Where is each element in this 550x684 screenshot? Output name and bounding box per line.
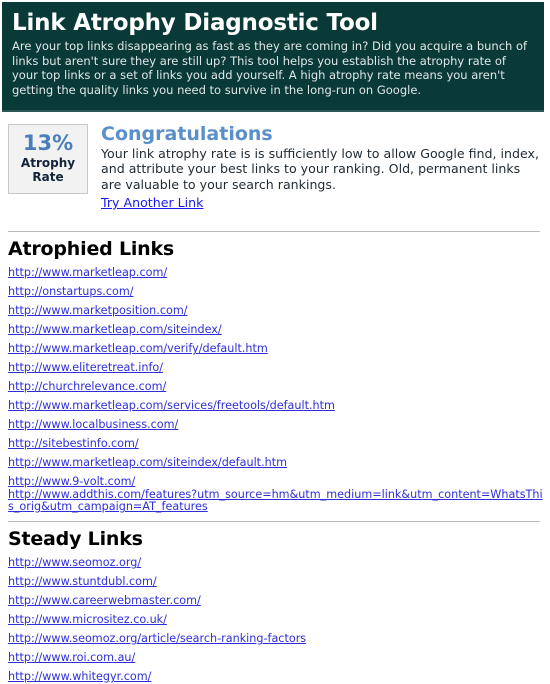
atrophy-rate-label: Atrophy Rate bbox=[20, 156, 76, 184]
link-url[interactable]: http://www.micrositez.co.uk/ bbox=[8, 614, 167, 626]
page-description: Are your top links disappearing as fast … bbox=[12, 39, 528, 97]
list-item: http://www.marketleap.com/verify/default… bbox=[8, 337, 544, 356]
link-url[interactable]: http://www.marketleap.com/siteindex/defa… bbox=[8, 457, 287, 469]
list-item: http://churchrelevance.com/ bbox=[8, 375, 544, 394]
divider-atrophied bbox=[8, 231, 540, 233]
atrophy-rate-box: 13% Atrophy Rate bbox=[8, 124, 88, 194]
link-url[interactable]: http://www.localbusiness.com/ bbox=[8, 419, 178, 431]
link-url[interactable]: http://www.eliteretreat.info/ bbox=[8, 362, 163, 374]
list-item: http://www.marketleap.com/siteindex/defa… bbox=[8, 451, 544, 470]
link-url[interactable]: http://www.marketleap.com/ bbox=[8, 267, 167, 279]
list-item: http://www.careerwebmaster.com/ bbox=[8, 589, 544, 608]
list-item: http://www.localbusiness.com/ bbox=[8, 413, 544, 432]
list-item: http://onstartups.com/ bbox=[8, 280, 544, 299]
link-url[interactable]: http://www.marketleap.com/verify/default… bbox=[8, 343, 268, 355]
atrophied-links-section: Atrophied Links http://www.marketleap.co… bbox=[0, 238, 550, 513]
link-url[interactable]: http://www.roi.com.au/ bbox=[8, 652, 135, 664]
list-item: http://www.marketleap.com/services/freet… bbox=[8, 394, 544, 413]
divider-steady bbox=[8, 521, 540, 523]
page-title: Link Atrophy Diagnostic Tool bbox=[12, 10, 378, 36]
list-item: http://www.seomoz.org/article/search-ran… bbox=[8, 627, 544, 646]
result-message: Congratulations Your link atrophy rate i… bbox=[101, 124, 544, 211]
link-url[interactable]: http://www.addthis.com/features?utm_sour… bbox=[8, 489, 544, 513]
link-url[interactable]: http://onstartups.com/ bbox=[8, 286, 134, 298]
link-url[interactable]: http://sitebestinfo.com/ bbox=[8, 438, 139, 450]
list-item: http://www.marketleap.com/siteindex/ bbox=[8, 318, 544, 337]
link-url[interactable]: http://www.9-volt.com/ bbox=[8, 476, 135, 488]
atrophied-links-title: Atrophied Links bbox=[8, 238, 175, 261]
link-url[interactable]: http://www.careerwebmaster.com/ bbox=[8, 595, 201, 607]
list-item: http://www.eliteretreat.info/ bbox=[8, 356, 544, 375]
link-url[interactable]: http://www.whitegyr.com/ bbox=[8, 671, 151, 683]
list-item: http://www.addthis.com/features?utm_sour… bbox=[8, 489, 544, 513]
link-url[interactable]: http://www.marketleap.com/siteindex/ bbox=[8, 324, 222, 336]
list-item: http://sitebestinfo.com/ bbox=[8, 432, 544, 451]
list-item: http://www.micrositez.co.uk/ bbox=[8, 608, 544, 627]
steady-links-section: Steady Links http://www.seomoz.org/http:… bbox=[0, 528, 550, 684]
list-item: http://www.seomoz.org/ bbox=[8, 551, 544, 570]
result-body-text: Your link atrophy rate is is sufficientl… bbox=[101, 146, 539, 192]
link-url[interactable]: http://www.marketleap.com/services/freet… bbox=[8, 400, 335, 412]
try-another-link[interactable]: Try Another Link bbox=[101, 195, 203, 211]
list-item: http://www.marketleap.com/ bbox=[8, 261, 544, 280]
atrophy-rate-value: 13% bbox=[22, 131, 74, 155]
link-url[interactable]: http://www.seomoz.org/article/search-ran… bbox=[8, 633, 306, 645]
steady-links-list: http://www.seomoz.org/http://www.stuntdu… bbox=[8, 551, 544, 684]
result-heading: Congratulations bbox=[101, 123, 273, 145]
page-header: Link Atrophy Diagnostic Tool Are your to… bbox=[2, 2, 544, 112]
steady-links-title: Steady Links bbox=[8, 528, 143, 551]
result-panel: 13% Atrophy Rate Congratulations Your li… bbox=[0, 112, 550, 211]
link-url[interactable]: http://www.stuntdubl.com/ bbox=[8, 576, 157, 588]
list-item: http://www.9-volt.com/ bbox=[8, 470, 544, 489]
list-item: http://www.roi.com.au/ bbox=[8, 646, 544, 665]
list-item: http://www.stuntdubl.com/ bbox=[8, 570, 544, 589]
link-url[interactable]: http://www.marketposition.com/ bbox=[8, 305, 188, 317]
link-url[interactable]: http://www.seomoz.org/ bbox=[8, 557, 141, 569]
link-url[interactable]: http://churchrelevance.com/ bbox=[8, 381, 166, 393]
atrophied-links-list: http://www.marketleap.com/http://onstart… bbox=[8, 261, 544, 513]
list-item: http://www.whitegyr.com/ bbox=[8, 665, 544, 684]
list-item: http://www.marketposition.com/ bbox=[8, 299, 544, 318]
